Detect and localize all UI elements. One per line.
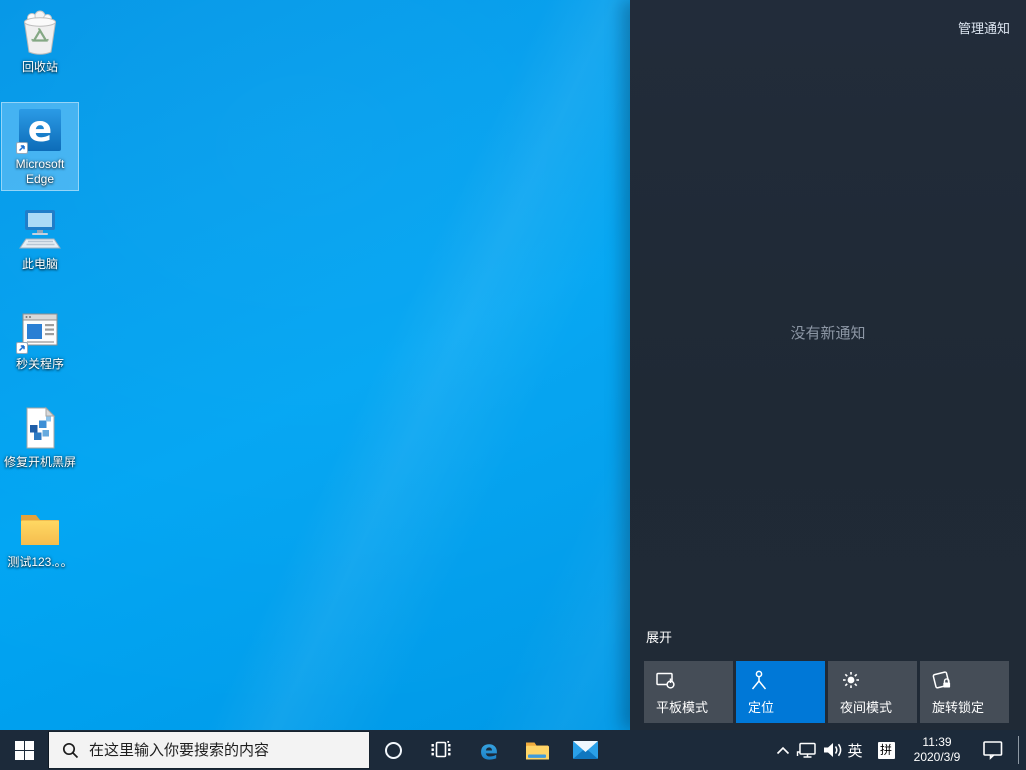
- start-button[interactable]: [0, 730, 48, 770]
- task-view-icon: [430, 739, 452, 761]
- edge-icon: e: [16, 106, 64, 154]
- desktop-icon-label: 秒关程序: [16, 357, 64, 372]
- desktop-icon-microsoft-edge[interactable]: e Microsoft Edge: [2, 103, 78, 190]
- search-icon: [62, 742, 79, 759]
- clock-time: 11:39: [922, 735, 951, 750]
- file-explorer-icon: [524, 738, 550, 762]
- manage-notifications-link[interactable]: 管理通知: [958, 18, 1010, 37]
- mail-button[interactable]: [561, 730, 609, 770]
- desktop-icon-label: Microsoft Edge: [4, 157, 76, 187]
- desktop-icon-recycle-bin[interactable]: 回收站: [2, 6, 78, 78]
- registry-file-icon: [16, 404, 64, 452]
- chevron-up-icon: [776, 746, 790, 755]
- this-pc-icon: [16, 206, 64, 254]
- location-icon: [747, 669, 771, 693]
- desktop-icon-label: 修复开机黑屏: [4, 455, 76, 470]
- tray-overflow-chevron[interactable]: [772, 730, 794, 770]
- app-window-icon: [16, 306, 64, 354]
- edge-taskbar-button[interactable]: e: [465, 730, 513, 770]
- file-explorer-button[interactable]: [513, 730, 561, 770]
- task-view-button[interactable]: [417, 730, 465, 770]
- quick-action-label: 夜间模式: [840, 697, 892, 716]
- quick-actions-row: 平板模式 定位: [644, 661, 1009, 723]
- tablet-mode-icon: [655, 669, 679, 693]
- folder-icon: [16, 504, 64, 552]
- quick-action-location[interactable]: 定位: [736, 661, 825, 723]
- desktop-icon-test-folder[interactable]: 测试123.。。: [2, 501, 78, 573]
- mail-icon: [572, 739, 599, 761]
- quick-action-label: 旋转锁定: [932, 697, 984, 716]
- cortana-icon: [385, 742, 402, 759]
- quick-action-label: 定位: [748, 697, 774, 716]
- desktop-icon-registry-file[interactable]: 修复开机黑屏: [2, 401, 78, 473]
- no-notifications-text: 没有新通知: [630, 322, 1026, 343]
- desktop-icon-label: 此电脑: [22, 257, 58, 272]
- search-input[interactable]: [89, 742, 359, 759]
- ime-mode-indicator[interactable]: 拼: [874, 730, 898, 770]
- volume-tray-button[interactable]: [820, 730, 846, 770]
- shortcut-arrow-badge: [16, 342, 28, 354]
- quick-action-rotation-lock[interactable]: 旋转锁定: [920, 661, 1009, 723]
- cortana-button[interactable]: [369, 730, 417, 770]
- svg-text:e: e: [28, 109, 52, 150]
- quick-action-night-light[interactable]: 夜间模式: [828, 661, 917, 723]
- taskbar: e 英: [0, 730, 1026, 770]
- edge-icon: e: [474, 735, 504, 765]
- action-center-panel: 管理通知 没有新通知 展开 平板模式 定位: [630, 0, 1026, 730]
- clock[interactable]: 11:39 2020/3/9: [900, 730, 974, 770]
- ime-mode-badge: 拼: [878, 742, 895, 759]
- svg-text:e: e: [480, 735, 498, 765]
- shortcut-arrow-badge: [16, 142, 28, 154]
- quick-action-tablet-mode[interactable]: 平板模式: [644, 661, 733, 723]
- windows-logo-icon: [15, 741, 34, 760]
- desktop-icon-this-pc[interactable]: 此电脑: [2, 203, 78, 275]
- show-desktop-separator[interactable]: [1018, 736, 1019, 764]
- clock-date: 2020/3/9: [914, 750, 961, 765]
- desktop-icon-label: 测试123.。。: [7, 555, 72, 570]
- recycle-bin-icon: [16, 9, 64, 57]
- network-tray-button[interactable]: [794, 730, 820, 770]
- desktop-icon-label: 回收站: [22, 60, 58, 75]
- quick-action-label: 平板模式: [656, 697, 708, 716]
- network-icon: [796, 740, 818, 760]
- notification-bubble-icon: [981, 738, 1005, 762]
- desktop-icon-program[interactable]: 秒关程序: [2, 303, 78, 375]
- action-center-button[interactable]: [979, 730, 1007, 770]
- volume-icon: [822, 740, 844, 760]
- taskbar-search[interactable]: [48, 731, 370, 769]
- night-light-icon: [839, 669, 863, 693]
- rotation-lock-icon: [931, 669, 955, 693]
- expand-link[interactable]: 展开: [646, 627, 672, 646]
- ime-language-indicator[interactable]: 英: [844, 730, 866, 770]
